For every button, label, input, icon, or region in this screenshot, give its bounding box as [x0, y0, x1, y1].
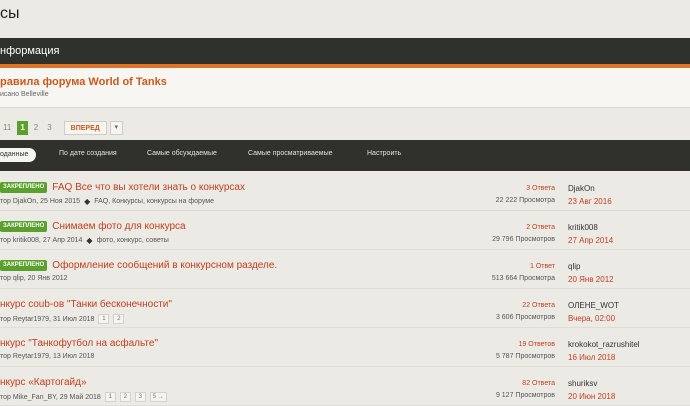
- topic-author-date: тор kritik008, 27 Апр 2014: [0, 237, 83, 244]
- last-post-date[interactable]: 16 Июл 2018: [568, 353, 615, 362]
- last-post-date[interactable]: Вчера, 02:00: [568, 314, 615, 323]
- pinned-badge: ЗАКРЕПЛЕНО: [0, 260, 48, 271]
- page-link[interactable]: 11: [0, 121, 14, 135]
- view-count: 9 127 Просмотров: [495, 392, 555, 399]
- topic-author-date: тор DjakOn, 25 Ноя 2015: [0, 198, 81, 205]
- sort-tab-recent[interactable]: оданные: [0, 148, 37, 162]
- topic-title[interactable]: FAQ Все что вы хотели знать о конкурсах: [52, 182, 245, 193]
- reply-count[interactable]: 19 Ответов: [440, 341, 555, 348]
- forum-rules-author: исано Belleville: [0, 91, 49, 98]
- topic-title[interactable]: нкурс coub-ов "Танки бесконечности": [0, 299, 172, 310]
- last-post-date[interactable]: 27 Апр 2014: [568, 236, 613, 245]
- page-link-current[interactable]: 1: [17, 121, 28, 135]
- topic-page-link[interactable]: 2: [119, 392, 131, 402]
- topic-tags[interactable]: FAQ, Конкурсы, конкурсы на форуме: [94, 198, 214, 205]
- last-post-user[interactable]: ОЛЕНЕ_WOT: [568, 301, 619, 310]
- last-post-user[interactable]: shuriksv: [568, 379, 597, 388]
- topic-row: нкурс coub-ов "Танки бесконечности" тор …: [0, 290, 690, 328]
- reply-count[interactable]: 2 Ответа: [440, 224, 555, 231]
- last-post-user[interactable]: kritik008: [568, 223, 598, 232]
- topic-page-link[interactable]: 1: [98, 314, 110, 324]
- last-post-user[interactable]: DjakOn: [568, 184, 595, 193]
- topic-author-date: тор Reytar1979, 13 Июл 2018: [0, 353, 95, 360]
- topic-author-date: тор Reytar1979, 31 Июл 2018: [0, 315, 95, 323]
- topic-title[interactable]: Снимаем фото для конкурса: [52, 221, 185, 232]
- chevron-down-icon[interactable]: ▾: [109, 121, 123, 135]
- forum-rules-notice: равила форума World of Tanks исано Belle…: [0, 68, 690, 108]
- view-count: 29 796 Просмотров: [492, 236, 555, 243]
- view-count: 22 222 Просмотра: [495, 197, 555, 204]
- last-post-date[interactable]: 20 Янв 2012: [568, 275, 614, 284]
- topic-title[interactable]: Оформление сообщений в конкурсном раздел…: [52, 260, 277, 271]
- topic-row: ЗАКРЕПЛЕНО Снимаем фото для конкурса тор…: [0, 212, 690, 250]
- last-post-date[interactable]: 23 Авг 2016: [568, 197, 612, 206]
- page-link[interactable]: 3: [44, 121, 54, 135]
- topic-author-date: тор Mike_Fan_BY, 29 Май 2018: [0, 393, 101, 401]
- pagination: 11 1 2 3 ВПЕРЕД ▾: [0, 121, 123, 135]
- sort-tab-customize[interactable]: Настроить: [367, 150, 401, 157]
- topic-row: нкурс "Танкофутбол на асфальте" тор Reyt…: [0, 329, 690, 367]
- reply-count[interactable]: 3 Ответа: [440, 185, 555, 192]
- pinned-badge: ЗАКРЕПЛЕНО: [0, 182, 48, 193]
- last-post-user[interactable]: krokokot_razrushitel: [568, 340, 640, 349]
- forum-rules-link[interactable]: равила форума World of Tanks: [0, 76, 167, 88]
- last-post-user[interactable]: qlip: [568, 262, 580, 271]
- tag-icon: ◆: [86, 236, 93, 245]
- topic-row: ЗАКРЕПЛЕНО FAQ Все что вы хотели знать о…: [0, 173, 690, 211]
- sort-tab-by-date[interactable]: По дате создания: [59, 150, 117, 157]
- sort-bar: оданные По дате создания Самые обсуждаем…: [0, 140, 690, 171]
- page-title: сы: [0, 5, 20, 22]
- view-count: 513 664 Просмотра: [491, 275, 555, 282]
- topic-page-link[interactable]: 5 →: [149, 392, 167, 402]
- topic-author-date: тор qlip, 20 Янв 2012: [0, 275, 68, 282]
- reply-count[interactable]: 1 Ответ: [440, 263, 555, 270]
- topic-title[interactable]: нкурс "Танкофутбол на асфальте": [0, 338, 158, 349]
- topic-title[interactable]: нкурс «Картогайд»: [0, 377, 87, 388]
- last-post-date[interactable]: 20 Июн 2018: [568, 392, 615, 401]
- topic-page-link[interactable]: 1: [104, 392, 116, 402]
- pinned-badge: ЗАКРЕПЛЕНО: [0, 221, 48, 232]
- topic-tags[interactable]: фото, конкурс, советы: [97, 237, 169, 244]
- info-section-title: нформация: [0, 45, 60, 57]
- topic-page-link[interactable]: 3: [134, 392, 146, 402]
- page-link[interactable]: 2: [31, 121, 41, 135]
- view-count: 5 787 Просмотров: [495, 353, 555, 360]
- topic-row: нкурс «Картогайд» тор Mike_Fan_BY, 29 Ма…: [0, 368, 690, 406]
- reply-count[interactable]: 82 Ответа: [440, 380, 555, 387]
- topic-row: ЗАКРЕПЛЕНО Оформление сообщений в конкур…: [0, 251, 690, 289]
- topic-page-link[interactable]: 2: [113, 314, 125, 324]
- sort-tab-most-viewed[interactable]: Самые просматриваемые: [248, 150, 333, 157]
- next-page-button[interactable]: ВПЕРЕД: [63, 121, 107, 135]
- tag-icon: ◆: [84, 197, 91, 206]
- sort-tab-most-discussed[interactable]: Самые обсуждаемые: [147, 150, 217, 157]
- view-count: 3 606 Просмотров: [495, 314, 555, 321]
- info-section-header: нформация: [0, 38, 690, 64]
- reply-count[interactable]: 22 Ответа: [440, 302, 555, 309]
